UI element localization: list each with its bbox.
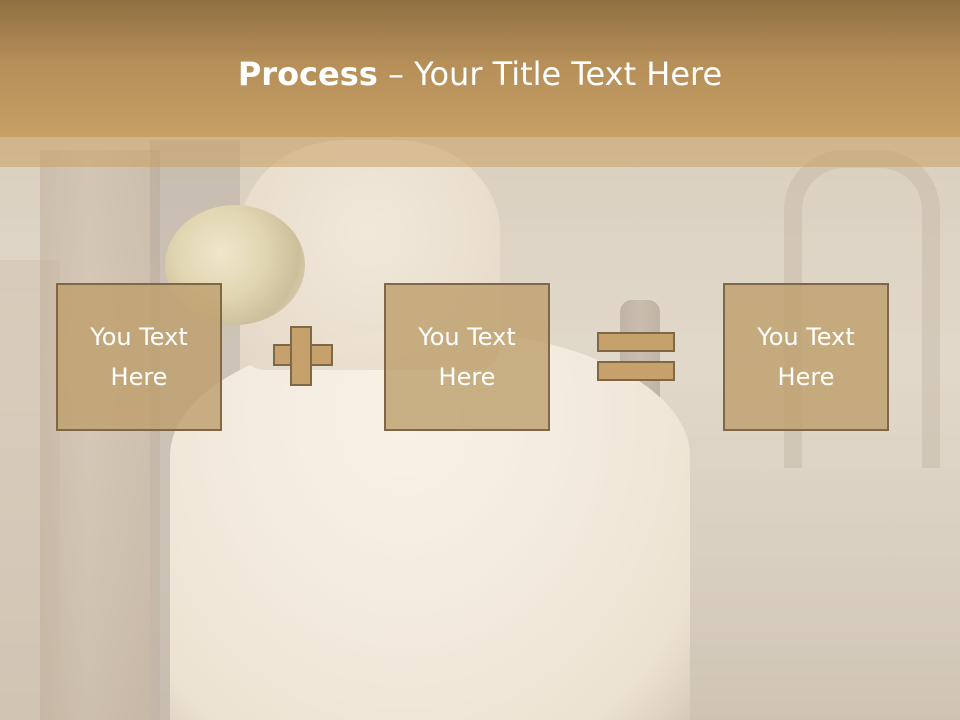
process-box-1[interactable]: You Text Here <box>56 283 222 431</box>
equals-icon-bottom-bar <box>597 361 675 381</box>
slide-title-bold: Process <box>237 55 378 93</box>
slide: Process – Your Title Text Here You Text … <box>0 0 960 720</box>
process-box-3-text: You Text Here <box>757 323 855 391</box>
slide-title-rest: – Your Title Text Here <box>377 55 723 93</box>
process-box-3[interactable]: You Text Here <box>723 283 889 431</box>
equals-icon-top-bar <box>597 332 675 352</box>
slide-title[interactable]: Process – Your Title Text Here <box>0 52 960 96</box>
title-bar-strip <box>0 137 960 167</box>
process-box-1-text: You Text Here <box>90 323 188 391</box>
process-box-2[interactable]: You Text Here <box>384 283 550 431</box>
process-box-2-text: You Text Here <box>418 323 516 391</box>
plus-icon-center <box>292 346 310 364</box>
